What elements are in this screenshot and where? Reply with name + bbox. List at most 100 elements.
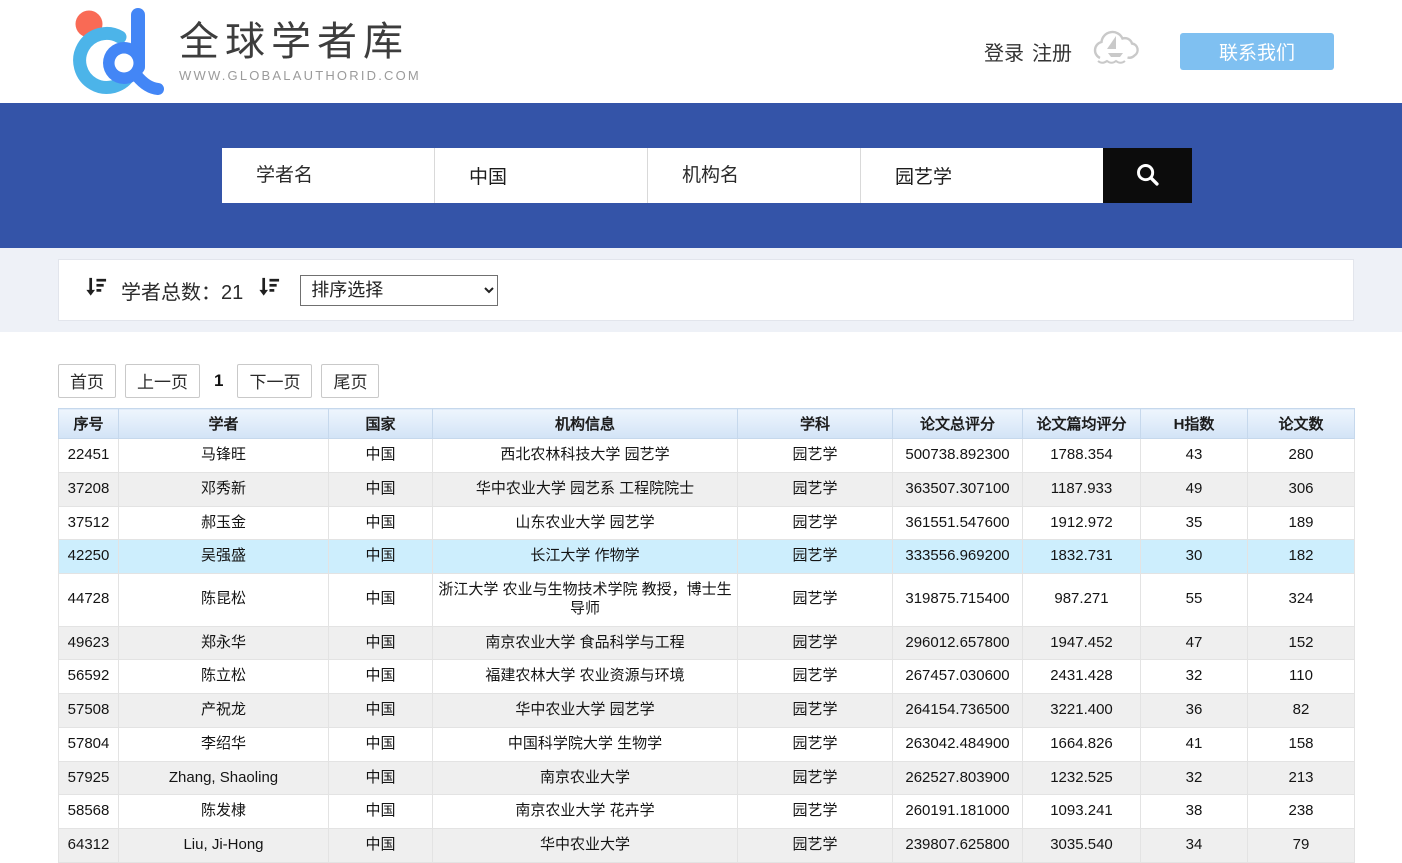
cell-scholar: 陈昆松 bbox=[119, 574, 329, 627]
cell-subject: 园艺学 bbox=[738, 626, 893, 660]
table-row[interactable]: 22451马锋旺中国西北农林科技大学 园艺学园艺学500738.89230017… bbox=[59, 439, 1355, 473]
search-button[interactable] bbox=[1103, 148, 1192, 203]
cell-avg-score: 987.271 bbox=[1023, 574, 1141, 627]
cell-subject: 园艺学 bbox=[738, 540, 893, 574]
prev-page-button[interactable]: 上一页 bbox=[125, 364, 200, 398]
cell-institution: 华中农业大学 园艺学 bbox=[433, 694, 738, 728]
cell-country: 中国 bbox=[329, 795, 433, 829]
cell-country: 中国 bbox=[329, 694, 433, 728]
cell-id: 57925 bbox=[59, 761, 119, 795]
cell-total-score: 363507.307100 bbox=[893, 472, 1023, 506]
cell-institution: 华中农业大学 园艺系 工程院院士 bbox=[433, 472, 738, 506]
cell-institution: 山东农业大学 园艺学 bbox=[433, 506, 738, 540]
table-row[interactable]: 58568陈发棣中国南京农业大学 花卉学园艺学260191.1810001093… bbox=[59, 795, 1355, 829]
cell-institution: 南京农业大学 bbox=[433, 761, 738, 795]
current-page-number: 1 bbox=[214, 371, 223, 391]
login-link[interactable]: 登录 bbox=[984, 37, 1024, 66]
brand-text: 全球学者库 WWW.GLOBALAUTHORID.COM bbox=[179, 21, 421, 83]
cell-total-score: 296012.657800 bbox=[893, 626, 1023, 660]
cell-paper-count: 152 bbox=[1248, 626, 1355, 660]
scholar-total-count: 学者总数：21 bbox=[121, 276, 243, 305]
cell-subject: 园艺学 bbox=[738, 574, 893, 627]
cell-total-score: 260191.181000 bbox=[893, 795, 1023, 829]
cell-country: 中国 bbox=[329, 660, 433, 694]
cell-subject: 园艺学 bbox=[738, 472, 893, 506]
cell-country: 中国 bbox=[329, 574, 433, 627]
table-row[interactable]: 57925Zhang, Shaoling中国南京农业大学园艺学262527.80… bbox=[59, 761, 1355, 795]
scholar-table: 序号学者国家机构信息学科论文总评分论文篇均评分H指数论文数 22451马锋旺中国… bbox=[58, 408, 1355, 863]
header-right: 登录 注册 联系我们 bbox=[984, 28, 1334, 75]
scholar-name-input[interactable] bbox=[222, 148, 435, 203]
cell-country: 中国 bbox=[329, 506, 433, 540]
cell-subject: 园艺学 bbox=[738, 795, 893, 829]
table-row[interactable]: 49623郑永华中国南京农业大学 食品科学与工程园艺学296012.657800… bbox=[59, 626, 1355, 660]
table-row[interactable]: 42250吴强盛中国长江大学 作物学园艺学333556.9692001832.7… bbox=[59, 540, 1355, 574]
last-page-button[interactable]: 尾页 bbox=[321, 364, 379, 398]
toolbar-panel: 学者总数：21 排序选择 bbox=[58, 259, 1354, 321]
cell-id: 49623 bbox=[59, 626, 119, 660]
cell-id: 44728 bbox=[59, 574, 119, 627]
cell-id: 22451 bbox=[59, 439, 119, 473]
cell-avg-score: 1093.241 bbox=[1023, 795, 1141, 829]
cell-subject: 园艺学 bbox=[738, 439, 893, 473]
country-input[interactable] bbox=[435, 148, 648, 203]
sailboat-cloud-icon bbox=[1088, 28, 1144, 75]
contact-us-button[interactable]: 联系我们 bbox=[1180, 33, 1334, 70]
cell-h-index: 47 bbox=[1141, 626, 1248, 660]
cell-total-score: 239807.625800 bbox=[893, 829, 1023, 863]
brand-logo[interactable]: 全球学者库 WWW.GLOBALAUTHORID.COM bbox=[60, 3, 421, 100]
cell-country: 中国 bbox=[329, 472, 433, 506]
table-row[interactable]: 44728陈昆松中国浙江大学 农业与生物技术学院 教授，博士生导师园艺学3198… bbox=[59, 574, 1355, 627]
cell-avg-score: 1664.826 bbox=[1023, 727, 1141, 761]
table-row[interactable]: 56592陈立松中国福建农林大学 农业资源与环境园艺学267457.030600… bbox=[59, 660, 1355, 694]
column-header: 序号 bbox=[59, 409, 119, 439]
cell-h-index: 43 bbox=[1141, 439, 1248, 473]
sort-amount-icon bbox=[83, 275, 108, 305]
globalauthorid-logo-icon bbox=[60, 3, 164, 100]
column-header: 论文篇均评分 bbox=[1023, 409, 1141, 439]
header-row: 序号学者国家机构信息学科论文总评分论文篇均评分H指数论文数 bbox=[59, 409, 1355, 439]
search-band bbox=[0, 103, 1402, 248]
cell-paper-count: 189 bbox=[1248, 506, 1355, 540]
cell-scholar: 郑永华 bbox=[119, 626, 329, 660]
cell-total-score: 500738.892300 bbox=[893, 439, 1023, 473]
cell-scholar: 李绍华 bbox=[119, 727, 329, 761]
search-bar bbox=[222, 148, 1402, 203]
cell-scholar: 邓秀新 bbox=[119, 472, 329, 506]
cell-avg-score: 1788.354 bbox=[1023, 439, 1141, 473]
cell-paper-count: 182 bbox=[1248, 540, 1355, 574]
cell-subject: 园艺学 bbox=[738, 761, 893, 795]
next-page-button[interactable]: 下一页 bbox=[237, 364, 312, 398]
table-row[interactable]: 64312Liu, Ji-Hong中国华中农业大学园艺学239807.62580… bbox=[59, 829, 1355, 863]
cell-id: 57804 bbox=[59, 727, 119, 761]
cell-subject: 园艺学 bbox=[738, 727, 893, 761]
cell-paper-count: 238 bbox=[1248, 795, 1355, 829]
cell-paper-count: 110 bbox=[1248, 660, 1355, 694]
cell-institution: 南京农业大学 食品科学与工程 bbox=[433, 626, 738, 660]
cell-avg-score: 1232.525 bbox=[1023, 761, 1141, 795]
cell-total-score: 264154.736500 bbox=[893, 694, 1023, 728]
cell-id: 37512 bbox=[59, 506, 119, 540]
cell-id: 42250 bbox=[59, 540, 119, 574]
table-row[interactable]: 37512郝玉金中国山东农业大学 园艺学园艺学361551.5476001912… bbox=[59, 506, 1355, 540]
subject-input[interactable] bbox=[861, 148, 1103, 203]
table-row[interactable]: 57508产祝龙中国华中农业大学 园艺学园艺学264154.7365003221… bbox=[59, 694, 1355, 728]
cell-scholar: 陈发棣 bbox=[119, 795, 329, 829]
column-header: H指数 bbox=[1141, 409, 1248, 439]
table-row[interactable]: 57804李绍华中国中国科学院大学 生物学园艺学263042.484900166… bbox=[59, 727, 1355, 761]
table-row[interactable]: 37208邓秀新中国华中农业大学 园艺系 工程院院士园艺学363507.3071… bbox=[59, 472, 1355, 506]
cell-scholar: 产祝龙 bbox=[119, 694, 329, 728]
cell-country: 中国 bbox=[329, 626, 433, 660]
first-page-button[interactable]: 首页 bbox=[58, 364, 116, 398]
column-header: 学科 bbox=[738, 409, 893, 439]
cell-scholar: Zhang, Shaoling bbox=[119, 761, 329, 795]
register-link[interactable]: 注册 bbox=[1032, 37, 1072, 66]
cell-paper-count: 158 bbox=[1248, 727, 1355, 761]
pagination: 首页 上一页 1 下一页 尾页 bbox=[58, 364, 1402, 398]
cell-paper-count: 213 bbox=[1248, 761, 1355, 795]
sort-select[interactable]: 排序选择 bbox=[300, 275, 498, 306]
cell-scholar: 郝玉金 bbox=[119, 506, 329, 540]
cell-country: 中国 bbox=[329, 761, 433, 795]
institution-input[interactable] bbox=[648, 148, 861, 203]
cell-h-index: 32 bbox=[1141, 761, 1248, 795]
